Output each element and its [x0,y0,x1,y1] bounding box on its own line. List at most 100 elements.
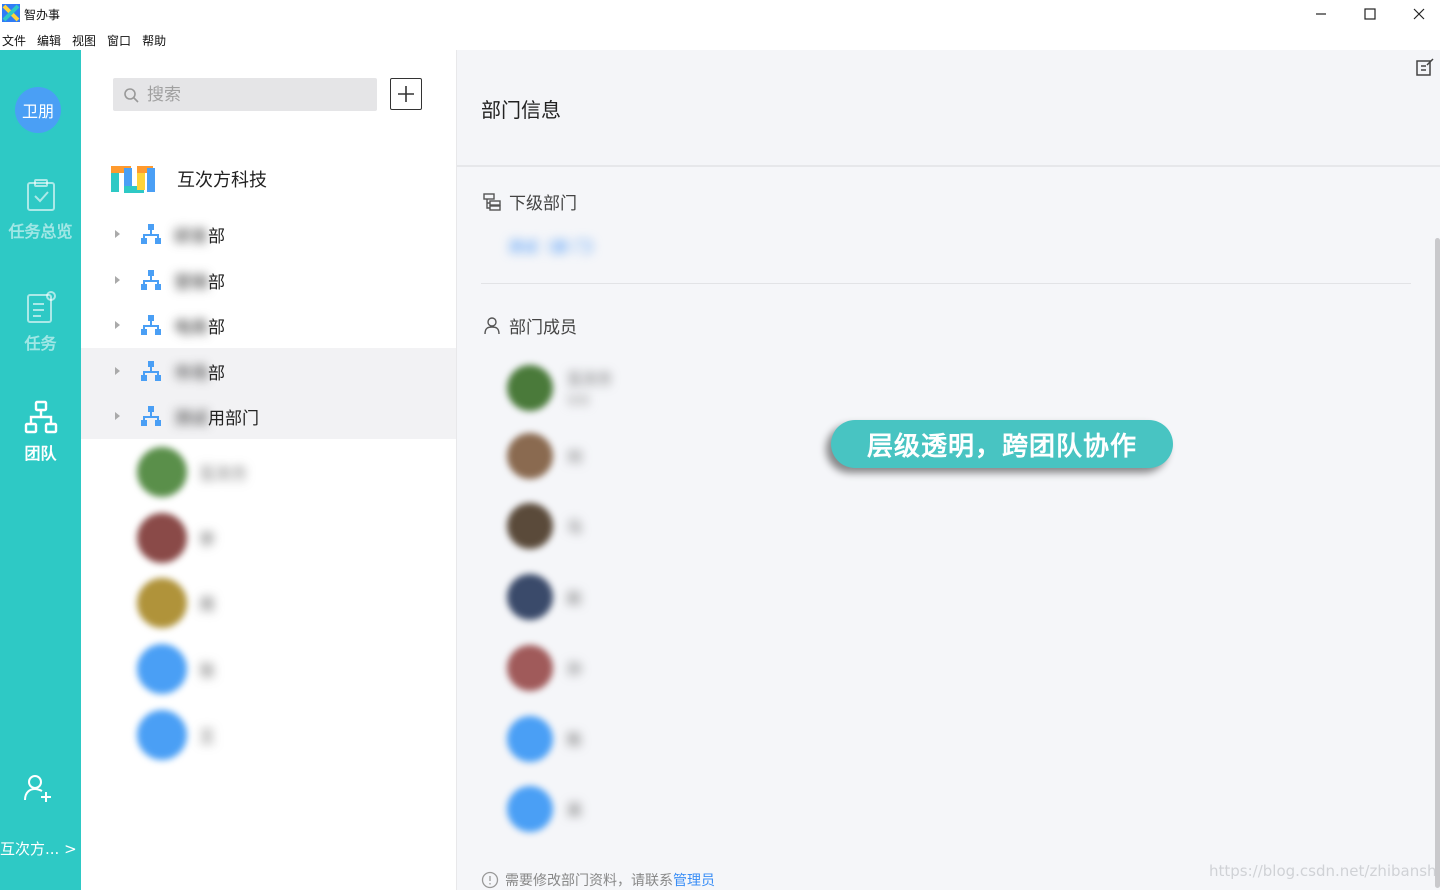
hierarchy-icon [483,192,501,211]
clipboard-check-icon [26,179,55,211]
avatar [507,786,553,832]
avatar [507,716,553,762]
info-icon [481,871,499,889]
nav-rail: 卫朋 任务总览 任务 团队 互次方... > [0,50,81,890]
nav-team[interactable]: 团队 [0,400,81,464]
plus-icon [398,86,414,102]
member-name: 周 [199,595,216,614]
expand-caret-icon[interactable] [115,321,120,329]
member-name: 陈 [567,730,583,749]
org-switcher-label: 互次方... [0,840,60,858]
team-tree-panel: 互次方科技 研发部 营销部 电商部 市场部 测试用部门 互次方 李 周 [81,50,457,890]
org-tree-icon [141,406,161,426]
org-tree-icon [141,270,161,290]
menu-view[interactable]: 视图 [70,28,103,50]
org-tree-icon [141,224,161,244]
org-name: 互次方科技 [177,170,267,191]
add-member-icon[interactable] [22,772,54,804]
member-name: 张 [199,661,216,680]
maximize-icon [1364,8,1376,20]
member-row[interactable]: 吴 [507,786,582,832]
menu-file[interactable]: 文件 [0,28,33,50]
expand-caret-icon[interactable] [115,367,120,375]
member-row[interactable]: 周 [137,578,215,628]
task-list-icon [26,291,56,323]
member-name: 李 [199,530,216,549]
org-tree-icon [141,315,161,335]
org-switcher[interactable]: 互次方... > [0,838,77,859]
member-role: 管理 [567,394,589,407]
footnote-text: 需要修改部门资料，请联系 [505,873,673,889]
member-row[interactable]: 赵 [507,574,582,620]
expand-caret-icon[interactable] [115,412,120,420]
nav-task-overview-label: 任务总览 [8,222,73,241]
sub-dept-link[interactable]: 测试（部 门） [508,236,603,257]
app-title: 智办事 [24,8,61,22]
dept-name-blurred: 测试 [174,408,208,429]
member-name: 赵 [567,588,583,607]
user-avatar[interactable]: 卫朋 [15,87,61,133]
menu-bar: 文件 编辑 视图 窗口 帮助 [0,28,1440,50]
menu-help[interactable]: 帮助 [140,28,173,50]
search-icon [124,87,139,103]
admin-link[interactable]: 管理员 [673,870,715,890]
nav-task-label: 任务 [24,334,57,353]
member-row[interactable]: 互次方 [137,447,247,497]
member-name: 马 [567,517,583,536]
members-section-header: 部门成员 [483,313,577,338]
member-row[interactable]: 孙 [507,645,582,691]
nav-task[interactable]: 任务 [0,290,81,354]
promo-banner: 层级透明，跨团队协作 [831,420,1173,468]
close-icon [1413,8,1425,20]
org-tree-icon [141,361,161,381]
dept-name-suffix: 部 [208,226,225,247]
expand-caret-icon[interactable] [115,276,120,284]
avatar [137,513,187,563]
member-row[interactable]: 王 [137,710,215,760]
expand-caret-icon[interactable] [115,230,120,238]
menu-edit[interactable]: 编辑 [35,28,68,50]
org-tree-icon [24,400,57,434]
section-divider [481,283,1411,284]
member-name: 互次方 [199,464,248,483]
person-icon [484,316,500,334]
nav-team-label: 团队 [24,444,57,463]
member-row[interactable]: 互次方 管理 [507,365,612,411]
org-logo-icon [111,166,155,193]
dept-row[interactable]: 测试 用部门 [115,401,259,431]
app-logo-icon [2,4,20,22]
sub-dept-label: 下级部门 [509,194,577,214]
dept-name-blurred: 研发 [174,226,208,247]
member-row[interactable]: 陈 [507,716,582,762]
scrollbar[interactable] [1435,238,1440,888]
close-button[interactable] [1396,2,1440,26]
chevron-right-icon: > [64,840,77,858]
admin-footnote: 需要修改部门资料，请联系 管理员 [481,870,715,890]
dept-name-blurred: 营销 [174,272,208,293]
maximize-button[interactable] [1347,2,1393,26]
org-root[interactable]: 互次方科技 [111,164,267,194]
add-button[interactable] [390,78,422,110]
minimize-button[interactable] [1298,2,1344,26]
avatar [137,710,187,760]
avatar [507,645,553,691]
minimize-icon [1316,13,1326,15]
member-name: 互次方 [567,370,613,388]
dept-row[interactable]: 市场部 [115,356,225,386]
member-row[interactable]: 李 [137,513,215,563]
member-row[interactable]: 张 [137,644,215,694]
dept-row[interactable]: 电商部 [115,310,225,340]
search-input[interactable] [145,83,369,106]
avatar [137,644,187,694]
avatar [137,447,187,497]
dept-row[interactable]: 营销部 [115,265,225,295]
search-box[interactable] [113,78,377,111]
dept-row[interactable]: 研发部 [115,219,225,249]
menu-window[interactable]: 窗口 [105,28,138,50]
member-name: 吴 [567,800,583,819]
member-row[interactable]: 马 [507,503,582,549]
edit-note-icon[interactable] [1415,57,1435,77]
nav-task-overview[interactable]: 任务总览 [0,178,81,242]
avatar [507,503,553,549]
member-row[interactable]: 刘 [507,433,582,479]
